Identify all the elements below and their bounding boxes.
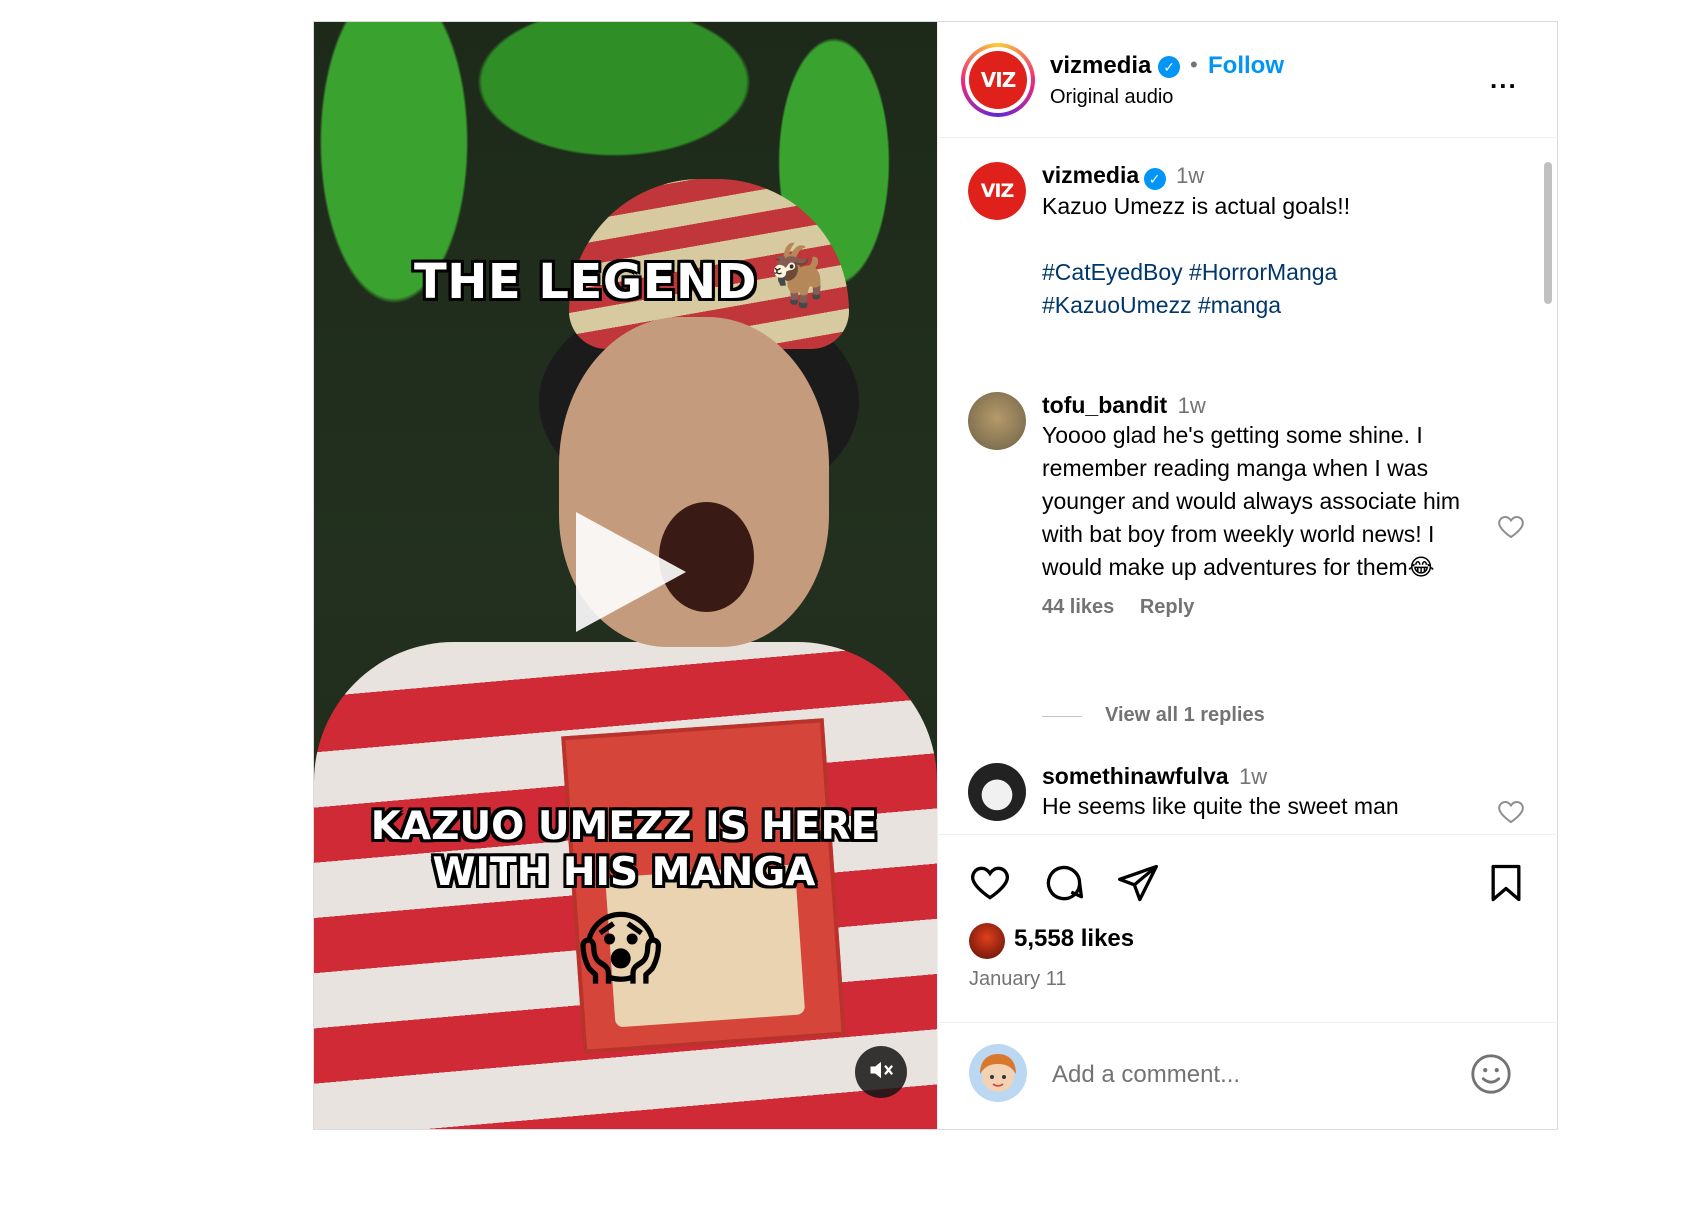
author-username: vizmedia: [1050, 52, 1152, 79]
hashtags-line-2[interactable]: #KazuoUmezz #manga: [1042, 289, 1492, 322]
post-date[interactable]: January 11: [969, 968, 1066, 991]
verified-badge-icon: ✓: [1143, 167, 1166, 190]
more-options-button[interactable]: ...: [1490, 64, 1518, 95]
post-actions: 5,558 likes January 11: [938, 834, 1558, 1005]
comment-icon: [1046, 865, 1084, 901]
verified-badge-icon: ✓: [1158, 55, 1181, 78]
likes-count[interactable]: 5,558 likes: [1014, 925, 1134, 953]
commenter-avatar[interactable]: [968, 392, 1026, 450]
speaker-muted-icon: [867, 1056, 895, 1089]
save-button[interactable]: [1484, 861, 1528, 910]
view-replies-link[interactable]: View all 1 replies: [1105, 704, 1265, 727]
post-header: VIZ vizmedia ✓ • Follow Original audio .…: [938, 22, 1558, 138]
scrollbar-thumb[interactable]: [1544, 162, 1552, 304]
separator-dot: •: [1190, 52, 1198, 77]
commenter-avatar[interactable]: [968, 763, 1026, 821]
comment-username[interactable]: tofu_bandit: [1042, 392, 1167, 418]
like-button[interactable]: [968, 861, 1012, 910]
play-icon[interactable]: [576, 512, 686, 632]
comments-list[interactable]: VIZ vizmedia ✓ 1w Kazuo Umezz is actual …: [938, 138, 1558, 833]
emoji-picker-button[interactable]: [1468, 1051, 1514, 1102]
comment-button[interactable]: [1042, 861, 1086, 910]
comment-like-heart-icon[interactable]: [1496, 512, 1526, 547]
follow-button[interactable]: Follow: [1208, 52, 1284, 80]
comment-like-heart-icon[interactable]: [1496, 797, 1526, 832]
caption-time: 1w: [1176, 163, 1205, 188]
author-avatar[interactable]: VIZ: [961, 43, 1035, 117]
scream-emoji: 😱: [579, 904, 663, 993]
comment-input[interactable]: [1050, 1057, 1434, 1093]
comment-text: He seems like quite the sweet man: [1042, 793, 1399, 819]
comment-time: 1w: [1177, 393, 1206, 418]
overlay-caption-top: THE LEGEND: [414, 254, 757, 310]
heart-icon: [971, 866, 1009, 900]
viz-logo: VIZ: [969, 51, 1027, 109]
audio-link[interactable]: Original audio: [1050, 86, 1173, 109]
emoji-icon: [1471, 1054, 1511, 1094]
author-username-link[interactable]: vizmedia ✓: [1050, 52, 1181, 80]
goat-emoji: 🐐: [761, 242, 836, 309]
post-dialog: THE LEGEND 🐐 KAZUO UMEZZ IS HERE WITH HI…: [313, 21, 1558, 1130]
post-sidebar: VIZ vizmedia ✓ • Follow Original audio .…: [937, 22, 1558, 1129]
comment-time: 1w: [1239, 764, 1268, 789]
bookmark-icon: [1491, 864, 1521, 902]
overlay-caption-bottom: KAZUO UMEZZ IS HERE WITH HIS MANGA: [370, 804, 878, 895]
current-user-avatar: [969, 1044, 1027, 1102]
comment-username[interactable]: somethinawfulva: [1042, 763, 1229, 789]
caption-text: Kazuo Umezz is actual goals!!: [1042, 192, 1351, 219]
liker-avatar[interactable]: [969, 923, 1005, 959]
reply-button[interactable]: Reply: [1140, 596, 1194, 618]
replies-divider: [1042, 716, 1082, 717]
mute-button[interactable]: [855, 1046, 907, 1098]
share-button[interactable]: [1116, 861, 1160, 910]
hashtags-line-1[interactable]: #CatEyedBoy #HorrorManga: [1042, 256, 1492, 289]
add-comment-bar: [938, 1022, 1558, 1130]
caption-username[interactable]: vizmedia: [1042, 162, 1139, 188]
comment-text: Yoooo glad he's getting some shine. I re…: [1042, 422, 1461, 580]
caption-avatar[interactable]: VIZ: [968, 162, 1026, 220]
comment-likes[interactable]: 44 likes: [1042, 596, 1114, 618]
video-player[interactable]: THE LEGEND 🐐 KAZUO UMEZZ IS HERE WITH HI…: [314, 22, 937, 1129]
paper-plane-icon: [1118, 864, 1158, 902]
